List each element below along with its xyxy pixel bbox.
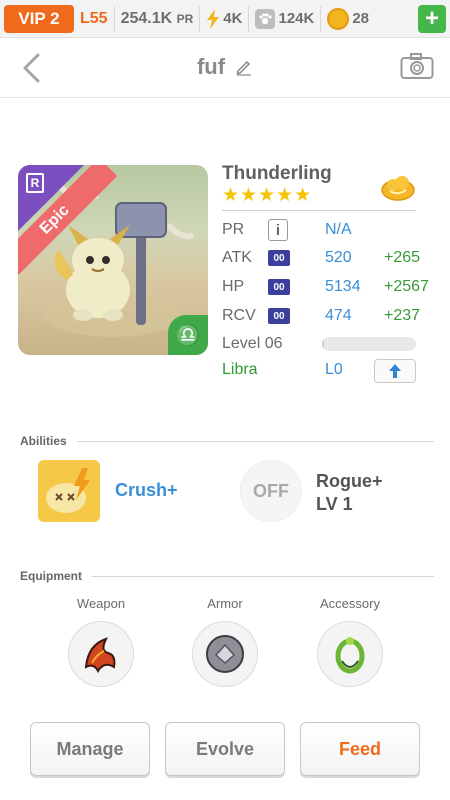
level-label: Level 06 — [222, 335, 283, 352]
stat-row-pr: PR i N/A — [222, 218, 432, 242]
energy-value: 4K — [223, 10, 243, 27]
equipment-header: Equipment — [20, 569, 434, 583]
equip-slot-weapon[interactable]: Weapon — [56, 596, 146, 687]
equip-slot-armor[interactable]: Armor — [180, 596, 270, 687]
stat-label: RCV — [222, 307, 256, 324]
equip-slot-accessory[interactable]: Accessory — [305, 596, 395, 687]
monster-name: Thunderling — [222, 163, 332, 184]
passive-name-line2: LV 1 — [316, 494, 353, 514]
bolt-icon — [207, 8, 220, 29]
monster-portrait[interactable]: Epic R ♎ — [18, 165, 208, 355]
evolve-button[interactable]: Evolve — [165, 722, 285, 776]
player-pr: 254.1K PR — [121, 10, 194, 28]
equip-label: Accessory — [320, 596, 380, 611]
element-cloud-icon[interactable] — [380, 172, 416, 202]
arrow-up-icon — [389, 364, 401, 378]
energy-counter: 4K — [206, 8, 243, 29]
zodiac-upgrade-button[interactable] — [374, 359, 416, 383]
page-header: fuf — [0, 38, 450, 98]
rogue-passive-icon[interactable]: OFF — [240, 460, 302, 522]
coin-icon — [327, 7, 350, 30]
player-pr-value: 254.1K — [120, 9, 173, 27]
resource-bar: VIP 2 L55 254.1K PR 4K 124K 28 + — [0, 0, 450, 38]
active-ability-name[interactable]: Crush+ — [115, 480, 178, 501]
stat-plus-badge: 00 — [268, 279, 290, 295]
stat-label: ATK — [222, 249, 252, 266]
stat-label: PR — [222, 221, 245, 238]
passive-name-line1: Rogue+ — [316, 471, 383, 491]
coin-value: 28 — [352, 10, 370, 27]
stat-value: 474 — [325, 307, 352, 324]
stat-bonus: +265 — [384, 249, 421, 266]
divider — [92, 575, 434, 577]
equip-label: Armor — [207, 596, 243, 611]
weapon-icon[interactable] — [68, 621, 134, 687]
abilities-title: Abilities — [20, 434, 67, 448]
xp-progress-bar — [322, 337, 416, 351]
abilities-header: Abilities — [20, 434, 434, 448]
vip-badge[interactable]: VIP 2 — [4, 4, 74, 33]
divider — [199, 5, 201, 32]
stat-value: 5134 — [325, 278, 361, 295]
feed-button[interactable]: Feed — [300, 722, 420, 776]
star-rating: ★★★★★ — [222, 185, 313, 206]
xp-progress-fill — [322, 337, 324, 351]
divider — [248, 5, 250, 32]
stat-bonus: +2567 — [384, 278, 429, 295]
paw-counter: 124K — [255, 8, 315, 29]
stat-plus-badge: 00 — [268, 308, 290, 324]
stat-value: 520 — [325, 249, 352, 266]
add-currency-button[interactable]: + — [418, 5, 446, 33]
stat-row-atk: ATK 00 520 +265 — [222, 246, 432, 270]
page-title: fuf — [196, 54, 226, 79]
armor-icon[interactable] — [192, 621, 258, 687]
stat-row-hp: HP 00 5134 +2567 — [222, 275, 432, 299]
stat-row-rcv: RCV 00 474 +237 — [222, 304, 432, 328]
coin-counter: 28 — [327, 7, 370, 30]
equip-label: Weapon — [76, 596, 126, 611]
equipment-title: Equipment — [20, 569, 82, 583]
zodiac-level: L0 — [325, 361, 343, 378]
rarity-letter: R — [26, 173, 44, 193]
divider — [113, 5, 115, 32]
page-title-area: fuf — [0, 54, 450, 80]
stat-value: N/A — [325, 221, 352, 238]
camera-icon[interactable] — [400, 52, 434, 80]
zodiac-name: Libra — [222, 361, 258, 378]
divider — [222, 210, 416, 211]
divider — [76, 440, 434, 442]
stat-bonus: +237 — [384, 307, 421, 324]
passive-state: OFF — [253, 480, 289, 501]
paw-icon — [255, 8, 276, 29]
player-level: L55 — [80, 9, 108, 27]
accessory-icon[interactable] — [317, 621, 383, 687]
edit-pencil-icon[interactable] — [235, 58, 253, 76]
manage-button[interactable]: Manage — [30, 722, 150, 776]
passive-ability-name[interactable]: Rogue+ LV 1 — [316, 470, 383, 516]
level-row: Level 06 — [222, 333, 422, 355]
info-icon[interactable]: i — [268, 219, 288, 241]
stat-plus-badge: 00 — [268, 250, 290, 266]
zodiac-row: Libra L0 — [222, 359, 422, 383]
player-pr-unit: PR — [176, 11, 194, 26]
paw-value: 124K — [278, 10, 315, 27]
divider — [320, 5, 322, 32]
stat-label: HP — [222, 278, 245, 295]
zodiac-libra-icon: ♎ — [168, 315, 208, 355]
crush-ability-icon[interactable] — [38, 460, 100, 522]
